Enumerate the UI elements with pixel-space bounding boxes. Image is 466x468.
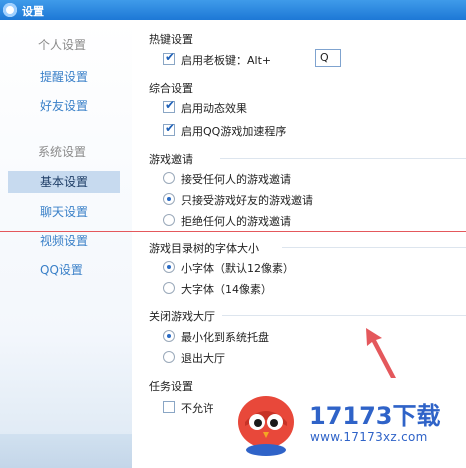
boss-key-label: 启用老板键：Alt+ [181, 54, 272, 67]
section-fontsize-title: 游戏目录树的字体大小 [149, 242, 259, 255]
boss-key-checkbox[interactable] [163, 50, 175, 65]
sidebar-item-basic[interactable]: 基本设置 [8, 171, 120, 193]
section-divider [220, 158, 466, 159]
sidebar-item-qq[interactable]: QQ设置 [40, 261, 83, 278]
minimize-tray-label: 最小化到系统托盘 [181, 331, 269, 344]
watermark-url: www.17173xz.com [310, 430, 428, 444]
invite-anyone-radio[interactable] [163, 172, 175, 184]
dynamic-effects-label: 启用动态效果 [181, 102, 247, 115]
exit-lobby-radio[interactable] [163, 351, 175, 363]
large-font-radio[interactable] [163, 282, 175, 294]
window-title: 设置 [22, 5, 44, 18]
invite-anyone-label: 接受任何人的游戏邀请 [181, 173, 291, 186]
sidebar-group-personal: 个人设置 [38, 38, 87, 52]
section-divider [282, 247, 466, 248]
invite-reject-label: 拒绝任何人的游戏邀请 [181, 215, 291, 228]
sidebar-group-system: 系统设置 [38, 145, 87, 159]
section-general-title: 综合设置 [149, 82, 193, 95]
game-accelerator-checkbox[interactable] [163, 121, 175, 136]
bird-logo-icon [238, 396, 294, 456]
sidebar-item-chat[interactable]: 聊天设置 [40, 203, 88, 220]
sidebar-item-video[interactable]: 视频设置 [40, 232, 88, 249]
section-hotkey-title: 热键设置 [149, 33, 193, 46]
annotation-line [0, 231, 466, 232]
title-bar[interactable]: 设置 [0, 0, 466, 20]
large-font-label: 大字体（14像素） [181, 283, 272, 296]
exit-lobby-label: 退出大厅 [181, 352, 225, 365]
watermark: 17173下载 www.17173xz.com [213, 378, 466, 468]
task-disallow-label: 不允许 [181, 402, 214, 415]
section-task-title: 任务设置 [149, 380, 193, 393]
small-font-label: 小字体（默认12像素） [181, 262, 294, 275]
watermark-brand: 17173下载 [309, 402, 441, 430]
boss-key-row: 启用老板键：Alt+ Q [163, 49, 463, 68]
sidebar-footer [0, 434, 132, 468]
small-font-radio[interactable] [163, 261, 175, 273]
invite-reject-radio[interactable] [163, 214, 175, 226]
sidebar-item-reminder[interactable]: 提醒设置 [40, 68, 88, 85]
invite-friends-label: 只接受游戏好友的游戏邀请 [181, 194, 313, 207]
game-accelerator-label: 启用QQ游戏加速程序 [181, 125, 287, 138]
section-close-title: 关闭游戏大厅 [149, 310, 215, 323]
sidebar-item-friends[interactable]: 好友设置 [40, 97, 88, 114]
sidebar: 个人设置 提醒设置 好友设置 系统设置 基本设置 聊天设置 视频设置 QQ设置 [0, 20, 132, 468]
annotation-arrow-icon [366, 328, 396, 380]
app-icon [3, 3, 17, 17]
dynamic-effects-checkbox[interactable] [163, 98, 175, 113]
minimize-tray-radio[interactable] [163, 330, 175, 342]
task-disallow-checkbox[interactable] [163, 401, 175, 413]
invite-friends-radio[interactable] [163, 193, 175, 205]
boss-key-input[interactable]: Q [315, 49, 341, 67]
section-divider [222, 315, 466, 316]
section-invite-title: 游戏邀请 [149, 153, 193, 166]
